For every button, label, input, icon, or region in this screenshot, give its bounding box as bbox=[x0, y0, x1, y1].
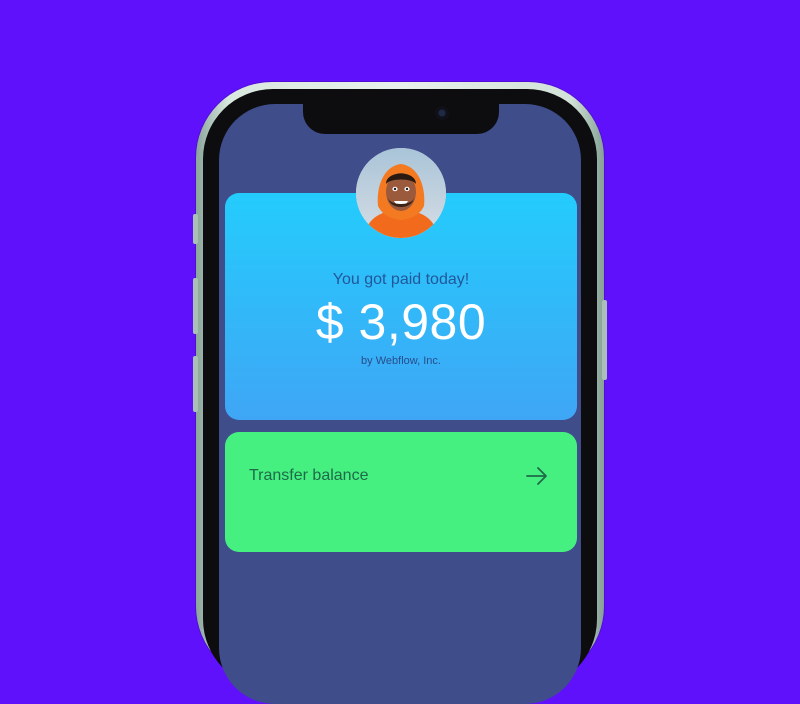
phone-side-button bbox=[193, 214, 198, 244]
phone-power-button bbox=[602, 300, 607, 380]
avatar bbox=[356, 148, 446, 238]
arrow-right-icon[interactable] bbox=[526, 466, 548, 486]
front-camera-icon bbox=[435, 106, 449, 120]
payer-name: by Webflow, Inc. bbox=[361, 355, 441, 367]
transfer-balance-button[interactable] bbox=[225, 432, 577, 552]
transfer-balance-label: Transfer balance bbox=[249, 467, 369, 484]
avatar-image bbox=[356, 148, 446, 238]
paid-amount: $ 3,980 bbox=[315, 294, 487, 350]
phone-notch bbox=[303, 100, 499, 134]
phone-volume-down-button bbox=[193, 356, 198, 412]
phone-volume-up-button bbox=[193, 278, 198, 334]
paid-title: You got paid today! bbox=[332, 271, 470, 288]
